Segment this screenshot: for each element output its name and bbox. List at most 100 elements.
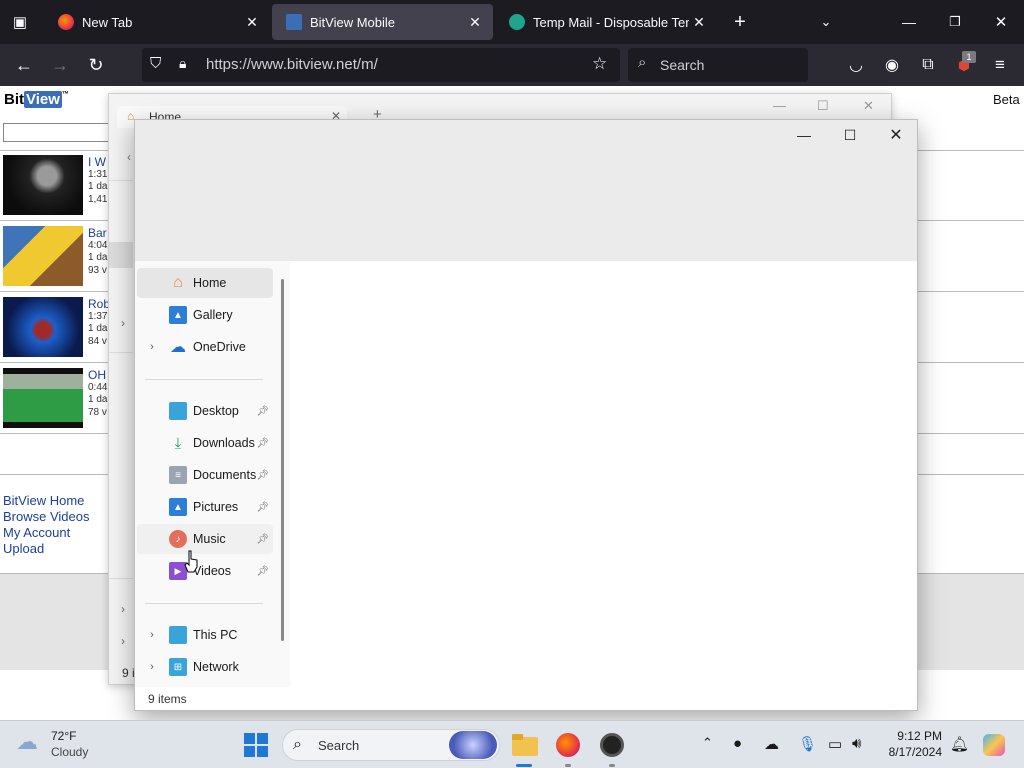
cloud-offline-icon[interactable]: ☁	[764, 735, 779, 753]
chevron-right-icon[interactable]: ›	[145, 629, 159, 641]
chevron-right-icon[interactable]: ›	[121, 602, 125, 616]
bitview-logo[interactable]: Bit View ™	[4, 91, 69, 108]
close-tab-icon[interactable]: ✕	[689, 14, 709, 31]
close-window-icon[interactable]: ✕	[863, 98, 874, 114]
notification-bell-icon[interactable]: 🔔︎	[950, 735, 969, 753]
menu-icon[interactable]: ≡	[988, 53, 1012, 77]
maximize-icon[interactable]: ☐	[817, 98, 829, 114]
url-bar[interactable]: ⛉ 🔒︎ https://www.bitview.net/m/ ☆	[142, 48, 620, 82]
file-explorer-window[interactable]: — ☐ ✕ ⌂ Home ▲ Gallery › ☁ OneDrive Desk…	[134, 119, 918, 711]
nav-item-music[interactable]: ♪ Music 📌︎	[137, 524, 273, 554]
video-title[interactable]: Rob	[88, 298, 110, 311]
new-tab-icon[interactable]: +	[728, 10, 752, 34]
video-age: 1 da	[88, 181, 108, 192]
volume-icon[interactable]: 🔊︎	[852, 735, 861, 752]
pin-icon[interactable]: 📌︎	[256, 438, 269, 449]
gallery-icon: ▲	[169, 306, 187, 324]
firefox-taskbar-icon[interactable]	[554, 731, 582, 759]
account-icon[interactable]: ◉	[880, 53, 904, 77]
minimize-icon[interactable]: —	[781, 120, 827, 150]
link-my-account[interactable]: My Account	[3, 525, 70, 540]
nav-item-onedrive[interactable]: › ☁ OneDrive	[137, 332, 273, 362]
divider	[109, 180, 133, 181]
divider	[0, 474, 110, 475]
close-tab-icon[interactable]: ✕	[242, 14, 262, 31]
obs-taskbar-icon[interactable]	[598, 731, 626, 759]
site-search-input[interactable]	[3, 123, 113, 142]
pin-icon[interactable]: 📌︎	[256, 406, 269, 417]
shield-icon[interactable]: ⛉	[150, 55, 161, 72]
video-thumbnail[interactable]	[3, 155, 83, 215]
video-age: 1 da	[88, 323, 108, 334]
close-window-icon[interactable]: ✕	[873, 120, 919, 150]
lock-icon[interactable]: 🔒︎	[179, 55, 186, 72]
minimize-icon[interactable]: —	[897, 10, 921, 34]
link-upload[interactable]: Upload	[3, 541, 44, 556]
extensions-icon[interactable]: ⧉	[916, 53, 940, 77]
explorer-title-area[interactable]: — ☐ ✕	[135, 120, 917, 261]
forward-icon[interactable]: →	[48, 53, 72, 77]
maximize-icon[interactable]: ☐	[827, 120, 873, 150]
back-icon[interactable]: ←	[12, 53, 36, 77]
nav-item-network[interactable]: › ⊞ Network	[137, 652, 273, 682]
nav-item-this-pc[interactable]: › This PC	[137, 620, 273, 650]
pin-icon[interactable]: 📌︎	[256, 502, 269, 513]
nav-item-gallery[interactable]: ▲ Gallery	[137, 300, 273, 330]
video-thumbnail[interactable]	[3, 368, 83, 428]
chevron-right-icon[interactable]: ›	[121, 316, 125, 330]
video-title[interactable]: OH	[88, 369, 107, 382]
nav-item-desktop[interactable]: Desktop 📌︎	[137, 396, 273, 426]
bookmark-star-icon[interactable]: ☆	[592, 54, 607, 74]
nav-item-downloads[interactable]: ⤓ Downloads 📌︎	[137, 428, 273, 458]
weather-temp[interactable]: 72°F	[51, 729, 76, 743]
tab-temp-mail[interactable]: Temp Mail - Disposable Tempor ✕	[495, 4, 717, 40]
nav-item-pictures[interactable]: ▲ Pictures 📌︎	[137, 492, 273, 522]
file-explorer-taskbar-icon[interactable]	[511, 731, 539, 759]
back-icon[interactable]: ‹	[127, 150, 131, 164]
pin-icon[interactable]: 📌︎	[256, 470, 269, 481]
obs-tray-icon[interactable]: ●	[733, 735, 742, 752]
close-window-icon[interactable]: ✕	[989, 10, 1013, 34]
minimize-icon[interactable]: —	[773, 98, 786, 113]
cloudy-weather-icon[interactable]: ☁	[16, 729, 38, 755]
logo-bit: Bit	[4, 91, 24, 108]
content-pane[interactable]	[290, 261, 917, 687]
desktop-icon	[169, 402, 187, 420]
chevron-up-icon[interactable]: ⌃	[702, 735, 713, 751]
microphone-icon[interactable]: 🎙︎	[798, 735, 817, 753]
close-tab-icon[interactable]: ✕	[465, 14, 485, 31]
copilot-icon[interactable]	[980, 731, 1008, 759]
nav-item-home[interactable]: ⌂ Home	[137, 268, 273, 298]
link-bitview-home[interactable]: BitView Home	[3, 493, 84, 508]
chevron-right-icon[interactable]: ›	[145, 661, 159, 673]
link-browse-videos[interactable]: Browse Videos	[3, 509, 89, 524]
chevron-right-icon[interactable]: ›	[145, 341, 159, 353]
nav-scrollbar[interactable]	[281, 279, 284, 641]
search-bar[interactable]: ⌕ Search	[628, 48, 808, 82]
tab-new-tab[interactable]: New Tab ✕	[44, 4, 270, 40]
clock-date[interactable]: 8/17/2024	[886, 745, 942, 759]
reload-icon[interactable]: ↻	[84, 53, 108, 77]
tab-list-icon[interactable]: ▣	[8, 10, 32, 34]
video-title[interactable]: I W	[88, 156, 107, 169]
video-thumbnail[interactable]	[3, 226, 83, 286]
chevron-right-icon[interactable]: ›	[121, 634, 125, 648]
windows-start-icon[interactable]	[242, 731, 270, 759]
taskbar-search[interactable]: ⌕ Search	[282, 729, 500, 761]
tab-bitview-mobile[interactable]: BitView Mobile ✕	[272, 4, 493, 40]
weather-desc[interactable]: Cloudy	[51, 745, 88, 759]
status-text: 9 items	[148, 692, 187, 706]
pin-icon[interactable]: 📌︎	[256, 566, 269, 577]
display-icon[interactable]: ▭	[828, 735, 842, 753]
chevron-down-icon[interactable]: ⌄	[814, 10, 838, 34]
pin-icon[interactable]: 📌︎	[256, 534, 269, 545]
restore-icon[interactable]: ❐	[943, 10, 967, 34]
pocket-icon[interactable]: ◡	[844, 53, 868, 77]
video-thumbnail[interactable]	[3, 297, 83, 357]
nav-item-videos[interactable]: ▶ Videos 📌︎	[137, 556, 273, 586]
video-title[interactable]: Bar	[88, 227, 107, 240]
clock-time[interactable]: 9:12 PM	[886, 729, 942, 743]
nav-item-documents[interactable]: ≡ Documents 📌︎	[137, 460, 273, 490]
nav-separator	[145, 603, 263, 604]
video-age: 1 da	[88, 252, 108, 263]
